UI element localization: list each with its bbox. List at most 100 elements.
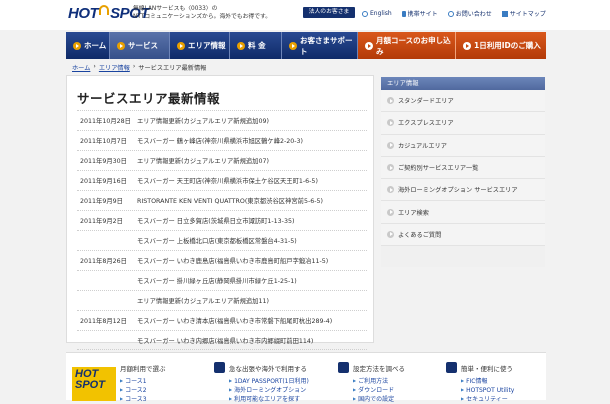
logo-text-hot: HOT [68,4,99,22]
quicklinks-title: 月額利用で選ぶ [120,365,166,373]
global-nav: ホーム サービス エリア情報 料 金 お客さまサポート 月額コースのお申し込み … [66,32,546,59]
news-text: モスバーガー いわき内郷店(福島県いわき市内郷綴町前田114) [137,337,314,345]
news-row: エリア情報更新(カジュアルエリア新規追加11) [77,290,367,310]
sidebar-item-contract-area-list[interactable]: ご契約別サービスエリア一覧 [381,156,545,180]
breadcrumb-home[interactable]: ホーム [72,63,90,72]
news-text: エリア情報更新(カジュアルエリア新規追加07) [137,158,269,165]
nav-pricing[interactable]: 料 金 [230,32,282,59]
news-row: 2011年9月9日 RISTORANTE KEN VENTI QUATTRO(東京… [77,190,367,210]
arrow-right-icon [237,41,245,50]
news-row: 2011年9月30日 エリア情報更新(カジュアルエリア新規追加07) [77,150,367,170]
top-bar: HOT SPOT 無線LANサービスも〈0033〉の NTTコミュニケーションズ… [0,0,610,30]
course-1-link[interactable]: コース1 [120,377,147,386]
nav-home-label: ホーム [84,41,107,50]
nav-monthly-signup[interactable]: 月額コースのお申し込み [358,32,456,59]
news-row: 2011年9月16日 モスバーガー 天王町店(神奈川県横浜市保土ケ谷区天王町1-6… [77,170,367,190]
breadcrumb-area-info[interactable]: エリア情報 [99,63,130,72]
news-row: モスバーガー 掛川緑ヶ丘店(静岡県掛川市緑ケ丘1-25-1) [77,270,367,290]
sidebar-item-label: 海外ローミングオプション サービスエリア [398,187,518,195]
nav-area-info[interactable]: エリア情報 [170,32,230,59]
arrow-right-icon [387,164,394,172]
english-link[interactable]: English [362,9,392,18]
news-date: 2011年9月9日 [80,198,123,205]
utility-links: English 携帯サイト お問い合わせ サイトマップ [362,9,546,18]
document-icon [338,362,349,373]
news-text: モスバーガー 掛川緑ヶ丘店(静岡県掛川市緑ケ丘1-25-1) [137,278,297,285]
arrow-right-icon [117,41,125,50]
download-link[interactable]: ダウンロード [353,386,394,395]
news-date: 2011年9月30日 [80,158,127,165]
arrow-right-icon [289,41,297,50]
corporate-customers-button[interactable]: 法人のお客さま [303,7,355,18]
sidebar-item-label: よくあるご質問 [398,231,442,239]
nav-home[interactable]: ホーム [66,32,110,59]
arrow-right-icon [387,186,394,194]
roaming-option-link[interactable]: 海外ローミングオプション [229,386,309,395]
quicklinks-title: 簡単・便利に使う [461,365,513,373]
nav-service-label: サービス [128,41,158,50]
news-text: エリア情報更新(カジュアルエリア新規追加09) [137,118,269,125]
sidebar-item-standard-area[interactable]: スタンダードエリア [381,90,545,113]
tagline-line2: NTTコミュニケーションズから。海外でもお得です。 [133,14,272,20]
fic-info-link[interactable]: FIC情報 [461,377,514,386]
arrow-right-icon [387,230,394,238]
breadcrumb-current: サービスエリア最新情報 [138,65,207,72]
news-text: RISTORANTE KEN VENTI QUATTRO(東京都渋谷区神宮前5-… [137,198,323,205]
breadcrumb-separator: › [93,63,96,70]
news-list: 2011年10月28日 エリア情報更新(カジュアルエリア新規追加09) 2011年… [77,110,367,350]
contact-link-label: お問い合わせ [455,11,492,18]
magnifier-icon [447,10,454,17]
usage-guide-link[interactable]: ご利用方法 [353,377,394,386]
hotspot-utility-link[interactable]: HOTSPOT Utility [461,386,514,395]
mobile-site-link[interactable]: 携帯サイト [401,9,438,18]
nav-monthly-signup-label: 月額コースのお申し込み [376,35,451,56]
sitemap-link[interactable]: サイトマップ [501,9,546,18]
quicklinks-title: 急な出張や海外で利用する [229,365,307,373]
news-date: 2011年8月12日 [80,318,127,325]
breadcrumb-separator: › [132,63,136,70]
news-text: モスバーガー 鶴ヶ峰店(神奈川県横浜市旭区鶴ケ峰2-20-3) [137,138,304,145]
sidebar-item-label: ご契約別サービスエリア一覧 [398,165,479,173]
arrow-right-icon [365,41,373,50]
day-passport-link[interactable]: 1DAY PASSPORT(1日利用) [229,377,309,386]
news-text: モスバーガー いわき清本店(福島県いわき市常磐下船尾町杭出289-4) [137,318,333,325]
nav-support-label: お客さまサポート [300,35,353,56]
sidebar-item-label: スタンダードエリア [398,98,454,106]
sitemap-icon [501,10,508,17]
sidebar-item-label: エリア検索 [398,209,429,217]
news-row: 2011年8月26日 モスバーガー いわき鹿島店(福島県いわき市鹿島町船戸字鍛冶1… [77,250,367,270]
contact-link[interactable]: お問い合わせ [447,9,492,18]
page-title: サービスエリア最新情報 [77,91,221,106]
tagline-line1: 無線LANサービスも〈0033〉の [133,6,218,12]
news-text: モスバーガー 日立多賀店(茨城県日立市諏訪町1-13-35) [137,218,295,225]
news-text: エリア情報更新(カジュアルエリア新規追加11) [137,298,269,305]
quicklinks-setup: 設定方法を調べる ご利用方法 ダウンロード 国内での設定 [338,353,438,403]
thumbs-up-icon [446,362,457,373]
wifi-icon [99,5,110,15]
arrow-right-icon [463,41,471,50]
sidebar-item-casual-area[interactable]: カジュアルエリア [381,134,545,157]
sitemap-link-label: サイトマップ [509,11,546,18]
news-row: モスバーガー 上板橋北口店(東京都板橋区常盤台4-31-5) [77,230,367,250]
course-2-link[interactable]: コース2 [120,386,147,395]
arrow-right-icon [387,208,394,216]
globe-icon [362,10,368,17]
arrow-right-icon [387,141,394,149]
airplane-icon [214,362,225,373]
sidebar-item-express-area[interactable]: エクスプレスエリア [381,112,545,135]
nav-support[interactable]: お客さまサポート [282,32,358,59]
sidebar-item-area-search[interactable]: エリア検索 [381,201,545,224]
news-date: 2011年10月28日 [80,118,131,125]
sidebar-item-roaming-area[interactable]: 海外ローミングオプション サービスエリア [381,179,545,202]
nav-service[interactable]: サービス [110,32,170,59]
quicklinks-monthly: 月額利用で選ぶ コース1 コース2 コース3 [66,353,206,403]
news-text: モスバーガー 上板橋北口店(東京都板橋区常盤台4-31-5) [137,238,297,245]
english-link-label: English [370,10,392,17]
mobile-site-link-label: 携帯サイト [407,11,438,18]
arrow-right-icon [177,41,185,50]
nav-day-pass-purchase[interactable]: 1日利用IDのご購入 [456,32,546,59]
sidebar-title: エリア情報 [381,77,545,90]
arrow-right-icon [73,41,81,50]
sidebar-item-faq[interactable]: よくあるご質問 [381,223,545,247]
breadcrumb: ホーム › エリア情報 › サービスエリア最新情報 [72,63,206,72]
